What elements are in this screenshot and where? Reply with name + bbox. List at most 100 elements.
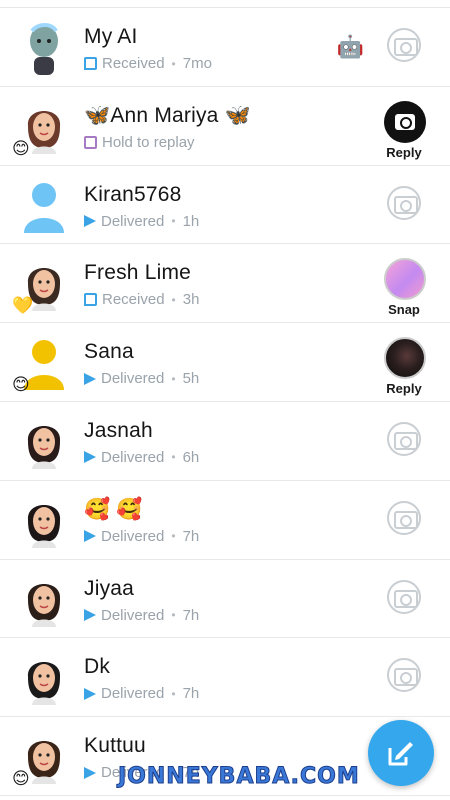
open-snap-button[interactable]: Snap xyxy=(384,258,426,318)
timestamp: 5h xyxy=(182,370,200,388)
chat-name: Dk xyxy=(84,655,111,679)
bitmoji-avatar[interactable] xyxy=(14,647,74,707)
chat-row[interactable]: 💛 Fresh Lime Received • 3h Snap xyxy=(0,244,450,324)
top-divider xyxy=(0,0,450,8)
timestamp: 1h xyxy=(182,212,200,230)
status-text: Delivered xyxy=(101,606,165,624)
timestamp: 3h xyxy=(182,291,200,309)
timestamp: 6h xyxy=(182,448,200,466)
friend-emoji-badge: 💛 xyxy=(12,296,34,316)
chat-status: Delivered • 1h xyxy=(84,213,199,230)
friend-emoji-badge: 😊 xyxy=(12,138,30,158)
chat-status: Delivered • 7h xyxy=(84,607,199,624)
chat-status: Received • 7mo xyxy=(84,55,212,72)
separator-dot: • xyxy=(171,529,176,544)
timestamp: 7h xyxy=(182,685,200,703)
chat-row[interactable]: Kiran5768 Delivered • 1h xyxy=(0,166,450,245)
chat-name: Kuttuu xyxy=(84,734,146,758)
new-chat-button[interactable] xyxy=(368,720,434,786)
separator-dot: • xyxy=(171,686,176,701)
separator-dot: • xyxy=(171,608,176,623)
camera-icon xyxy=(387,185,421,220)
status-text: Delivered xyxy=(101,685,165,703)
status-text: Received xyxy=(102,291,165,309)
received-icon xyxy=(84,293,97,307)
delivered-icon xyxy=(84,687,96,700)
friend-emoji-badge: 😊 xyxy=(12,769,30,789)
chat-row[interactable]: 🥰 🥰 Delivered • 7h xyxy=(0,481,450,560)
chat-list: My AI Received • 7mo 🤖 😊 🦋Ann Mariya 🦋 Hold to … xyxy=(0,8,450,796)
status-text: Delivered xyxy=(101,370,165,388)
timestamp: 7h xyxy=(182,606,200,624)
status-text: Received xyxy=(102,55,165,72)
camera-button[interactable] xyxy=(384,421,424,456)
camera-button[interactable] xyxy=(384,185,424,220)
chat-row[interactable]: Dk Delivered • 7h xyxy=(0,638,450,718)
snap-thumbnail xyxy=(384,337,426,380)
chat-status: Received • 3h xyxy=(84,291,199,308)
chat-row[interactable]: Jiyaa Delivered • 7h xyxy=(0,560,450,639)
separator-dot: • xyxy=(171,371,176,386)
action-label: Snap xyxy=(388,302,420,318)
watermark-text: JONNEYBABA.COM xyxy=(118,764,360,790)
action-label: Reply xyxy=(386,144,422,160)
default-avatar[interactable] xyxy=(14,175,74,235)
chat-row[interactable]: Jasnah Delivered • 6h xyxy=(0,402,450,481)
reply-button[interactable]: Reply xyxy=(384,337,426,397)
camera-button[interactable] xyxy=(384,28,424,62)
separator-dot: • xyxy=(171,214,176,229)
my-ai-avatar[interactable] xyxy=(14,17,74,77)
reply-button[interactable]: Reply xyxy=(384,100,426,160)
status-text: Delivered xyxy=(101,527,165,545)
delivered-icon xyxy=(84,766,96,779)
bitmoji-avatar[interactable]: 😊 xyxy=(12,726,74,789)
chat-status: Hold to replay xyxy=(84,134,195,151)
chat-row[interactable]: My AI Received • 7mo 🤖 xyxy=(0,8,450,87)
separator-dot: • xyxy=(171,292,176,307)
camera-button[interactable] xyxy=(384,500,424,535)
camera-button[interactable] xyxy=(384,579,424,614)
bitmoji-avatar[interactable] xyxy=(14,569,74,629)
chat-name: 🦋Ann Mariya 🦋 xyxy=(84,103,251,127)
chat-status: Delivered • 7h xyxy=(84,685,199,702)
friend-emoji-badge: 😊 xyxy=(12,375,30,395)
snap-thumbnail xyxy=(384,258,426,301)
chat-name: Kiran5768 xyxy=(84,182,182,206)
timestamp: 7mo xyxy=(182,55,212,72)
status-text: Delivered xyxy=(101,448,165,466)
delivered-icon xyxy=(84,530,96,543)
bitmoji-avatar[interactable]: 😊 xyxy=(12,96,74,158)
camera-icon xyxy=(387,579,421,614)
chat-row[interactable]: 😊 🦋Ann Mariya 🦋 Hold to replay Reply xyxy=(0,87,450,166)
chat-name: My AI xyxy=(84,25,138,48)
default-avatar[interactable]: 😊 xyxy=(12,332,74,395)
action-label: Reply xyxy=(386,381,422,397)
bitmoji-avatar[interactable] xyxy=(14,490,74,550)
hold-icon xyxy=(84,135,97,149)
chat-name: Jiyaa xyxy=(84,576,135,600)
bitmoji-avatar[interactable] xyxy=(14,411,74,471)
status-text: Hold to replay xyxy=(102,133,195,151)
camera-icon xyxy=(387,658,421,693)
new-chat-icon xyxy=(388,742,413,766)
separator-dot: • xyxy=(171,56,176,71)
chat-name: Jasnah xyxy=(84,418,153,442)
camera-icon xyxy=(387,500,421,535)
status-text: Delivered xyxy=(101,212,165,230)
delivered-icon xyxy=(84,451,96,464)
robot-icon: 🤖 xyxy=(336,34,364,59)
chat-status: Delivered • 5h xyxy=(84,370,199,387)
chat-name: Sana xyxy=(84,340,134,364)
delivered-icon xyxy=(84,372,96,385)
camera-icon xyxy=(387,28,421,62)
chat-name: 🥰 🥰 xyxy=(84,497,143,521)
received-icon xyxy=(84,57,97,70)
separator-dot: • xyxy=(171,450,176,465)
chat-row[interactable]: 😊 Sana Delivered • 5h Reply xyxy=(0,323,450,402)
camera-button[interactable] xyxy=(384,658,424,693)
delivered-icon xyxy=(84,215,96,228)
chat-name: Fresh Lime xyxy=(84,261,192,285)
bitmoji-avatar[interactable]: 💛 xyxy=(12,253,74,316)
timestamp: 7h xyxy=(182,527,200,545)
camera-filled-icon xyxy=(384,100,426,143)
